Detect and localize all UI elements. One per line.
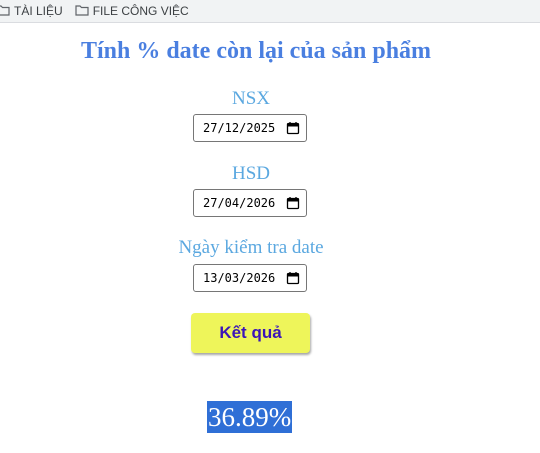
calendar-icon[interactable] — [286, 196, 300, 213]
folder-icon — [75, 4, 93, 19]
bookmarks-bar: TÀI LIỆU FILE CÔNG VIỆC — [0, 0, 540, 23]
page-title: Tính % date còn lại của sản phẩm — [80, 38, 432, 64]
bookmark-label: FILE CÔNG VIỆC — [92, 4, 189, 18]
nsx-date-value: 27/12/2025 — [203, 121, 276, 135]
folder-icon — [0, 4, 14, 19]
check-date-value: 13/03/2026 — [203, 271, 276, 285]
hsd-date-input[interactable]: 27/04/2026 — [193, 189, 307, 217]
bookmark-file-cong-viec[interactable]: FILE CÔNG VIỆC — [75, 0, 195, 22]
bookmark-tai-lieu[interactable]: TÀI LIỆU — [0, 0, 69, 22]
calendar-icon[interactable] — [286, 121, 300, 138]
nsx-date-input[interactable]: 27/12/2025 — [193, 114, 307, 142]
hsd-date-value: 27/04/2026 — [203, 196, 276, 210]
bookmark-label: TÀI LIỆU — [14, 4, 63, 18]
calendar-icon[interactable] — [286, 271, 300, 288]
check-date-input[interactable]: 13/03/2026 — [193, 264, 307, 292]
check-date-label: Ngày kiểm tra date — [178, 237, 324, 258]
hsd-label: HSD — [231, 163, 270, 184]
result-value: 36.89% — [207, 401, 293, 433]
result-button[interactable]: Kết quả — [191, 313, 310, 353]
nsx-label: NSX — [231, 88, 270, 109]
